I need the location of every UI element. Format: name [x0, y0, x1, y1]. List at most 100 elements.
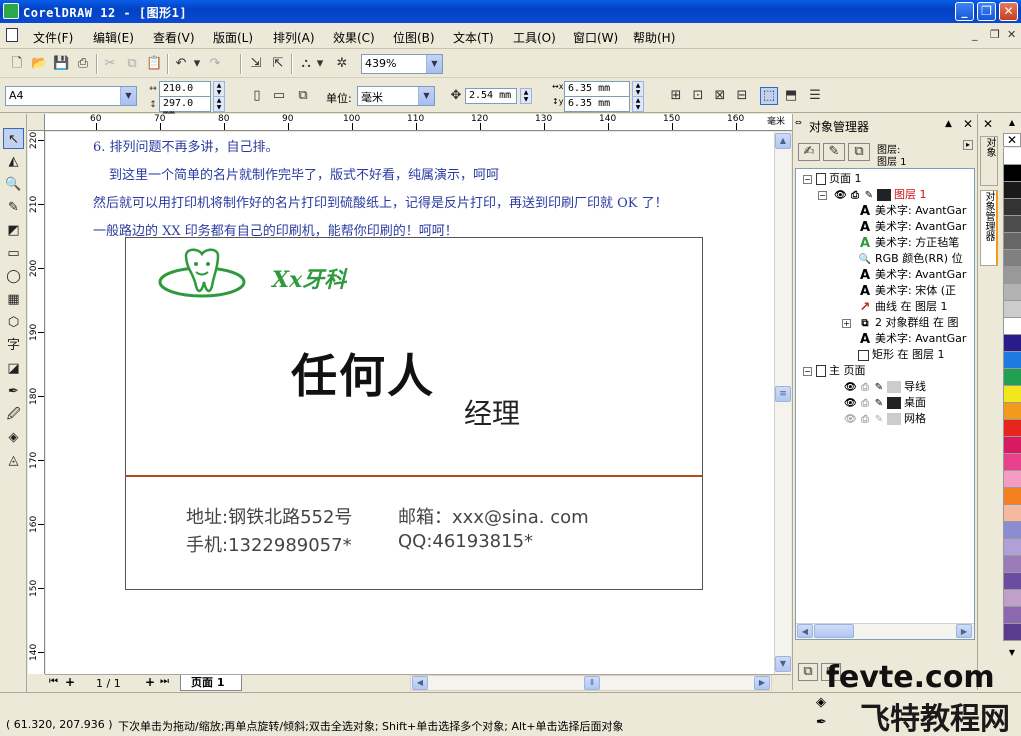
duplicate-x-field[interactable]: 6.35 mm — [564, 81, 630, 97]
first-page-icon[interactable]: ⏮ — [49, 676, 58, 687]
restore-button[interactable]: ❐ — [977, 2, 996, 21]
treat-as-filled-icon[interactable]: ⬚ — [760, 87, 778, 105]
color-swatch[interactable] — [1003, 267, 1021, 284]
scroll-right-icon[interactable]: ▶ — [956, 624, 972, 638]
all-pages-icon[interactable]: ⧉ — [294, 87, 312, 105]
card-brand-name[interactable]: Xx牙科 — [272, 262, 346, 294]
printer-icon[interactable]: ⎙ — [859, 381, 871, 394]
ruler-corner[interactable] — [28, 114, 45, 131]
printer-icon[interactable]: ⎙ — [859, 397, 871, 410]
chevron-down-icon[interactable]: ▼ — [426, 55, 442, 73]
draw-options-icon[interactable]: ⬒ — [782, 87, 800, 105]
paste-icon[interactable]: 📋 — [145, 55, 163, 73]
tab-page-1[interactable]: 页面 1 — [180, 675, 242, 691]
color-swatch[interactable] — [1003, 352, 1021, 369]
card-divider-line[interactable] — [126, 475, 702, 477]
color-swatch[interactable] — [1003, 250, 1021, 267]
tab-object-manager[interactable]: 对象管理器 — [980, 190, 998, 266]
pencil-icon[interactable]: ✎ — [864, 189, 874, 202]
card-phone[interactable]: 手机:1322989057* — [186, 531, 352, 557]
vertical-scrollbar[interactable]: ▲ ≡ ▼ — [774, 132, 791, 674]
tree-node-object[interactable]: A 美术字: AvantGar — [858, 219, 966, 235]
color-swatch[interactable] — [1003, 454, 1021, 471]
tutorial-text-line[interactable]: 然后就可以用打印机将制作好的名片打印到硫酸纸上，记得是反片打印，再送到印刷厂印就… — [93, 192, 668, 211]
freehand-tool-icon[interactable]: ✎ — [3, 197, 24, 218]
mdi-close-icon[interactable]: ✕ — [1007, 28, 1016, 41]
color-swatch[interactable] — [1003, 505, 1021, 522]
pick-tool-icon[interactable]: ↖ — [3, 128, 24, 149]
tree-node-master-page[interactable]: 主 页面 — [816, 363, 866, 379]
add-page-before-icon[interactable]: + — [65, 675, 75, 689]
ellipse-tool-icon[interactable]: ◯ — [3, 266, 24, 287]
landscape-icon[interactable]: ▭ — [270, 87, 288, 105]
nudge-distance-field[interactable]: 2.54 mm — [465, 88, 517, 104]
minimize-button[interactable]: _ — [955, 2, 974, 21]
menu-window[interactable]: 窗口(W) — [573, 29, 618, 46]
tree-node-object[interactable]: ⧉ 2 对象群组 在 图 — [858, 315, 958, 331]
portrait-icon[interactable]: ▯ — [248, 87, 266, 105]
save-icon[interactable]: 💾 — [52, 55, 70, 73]
zoom-level-combo[interactable]: 439% ▼ — [361, 54, 443, 74]
color-swatch[interactable] — [1003, 624, 1021, 641]
collapse-icon[interactable]: − — [818, 191, 827, 200]
card-person-name[interactable]: 任何人 — [291, 340, 435, 406]
new-layer-icon[interactable]: ⧉ — [798, 663, 818, 681]
card-qq[interactable]: QQ:46193815* — [398, 531, 533, 552]
interactive-blend-tool-icon[interactable]: ◪ — [3, 358, 24, 379]
copy-icon[interactable]: ⧉ — [123, 55, 141, 73]
menu-tools[interactable]: 工具(O) — [513, 29, 556, 46]
printer-icon[interactable]: ⎙ — [849, 189, 861, 202]
tree-node-object[interactable]: 矩形 在 图层 1 — [858, 347, 945, 363]
shape-tool-icon[interactable]: ◭ — [3, 151, 24, 172]
horizontal-scroll-thumb[interactable]: ⦀ — [584, 676, 600, 690]
color-swatch[interactable] — [1003, 386, 1021, 403]
horizontal-scrollbar[interactable]: ◀ ⦀ ▶ — [410, 675, 772, 691]
snap-guidelines-icon[interactable]: ⊡ — [689, 87, 707, 105]
card-email[interactable]: 邮箱：xxx@sina. com — [398, 503, 589, 529]
color-swatch[interactable] — [1003, 318, 1021, 335]
scroll-up-icon[interactable]: ▲ — [775, 133, 791, 149]
corel-online-icon[interactable]: ✲ — [333, 55, 351, 73]
tooth-logo-icon[interactable] — [156, 246, 252, 304]
tree-node-object[interactable]: A 美术字: 方正毡笔 — [858, 235, 959, 251]
new-icon[interactable]: 🗋 — [8, 55, 26, 73]
tree-scroll-thumb[interactable] — [814, 624, 854, 638]
eyedropper-tool-icon[interactable]: ✒ — [3, 381, 24, 402]
tutorial-text-line[interactable]: 到这里一个简单的名片就制作完毕了，版式不好看，纯属演示，呵呵 — [109, 164, 499, 183]
nudge-spinner[interactable]: ▲ ▼ — [520, 88, 532, 104]
vertical-scroll-thumb[interactable]: ≡ — [775, 386, 791, 402]
duplicate-x-spinner[interactable]: ▲ ▼ — [632, 81, 644, 97]
duplicate-y-spinner[interactable]: ▲ ▼ — [632, 96, 644, 112]
eye-icon[interactable]: 👁 — [844, 413, 857, 426]
vertical-ruler[interactable]: 220 210 200 190 180 170 160 150 140 — [28, 131, 45, 674]
collapse-icon[interactable]: − — [803, 367, 812, 376]
menu-layout[interactable]: 版面(L) — [213, 29, 253, 46]
color-swatch[interactable] — [1003, 556, 1021, 573]
coreldraw-app-icon[interactable] — [3, 3, 19, 19]
object-tree[interactable]: − 页面 1 − 👁 ⎙ ✎ 图层 1 A 美术字: AvantGar A 美术字: Av… — [795, 168, 975, 640]
fill-tool-icon[interactable]: ◈ — [3, 427, 24, 448]
docker-close-icon[interactable]: ✕ — [963, 117, 973, 131]
tutorial-text-line[interactable]: 6. 排列问题不再多讲，自己排。 — [93, 136, 279, 155]
color-swatch[interactable] — [1003, 148, 1021, 165]
edit-across-layers-icon[interactable]: ✎ — [823, 143, 845, 161]
color-swatch[interactable] — [1003, 590, 1021, 607]
drawing-canvas[interactable]: 6. 排列问题不再多讲，自己排。 到这里一个简单的名片就制作完毕了，版式不好看，… — [46, 132, 774, 674]
color-swatch[interactable] — [1003, 539, 1021, 556]
horizontal-ruler[interactable]: 60 70 80 90 100 110 120 130 140 150 160 … — [45, 114, 793, 131]
scroll-left-icon[interactable]: ◀ — [412, 676, 428, 690]
document-icon[interactable] — [6, 28, 18, 42]
page-width-field[interactable]: 210.0 mm — [159, 81, 211, 105]
page-width-spinner[interactable]: ▲ ▼ — [213, 81, 225, 97]
tree-node-page-1[interactable]: 页面 1 — [816, 171, 862, 187]
pencil-icon[interactable]: ✎ — [874, 381, 884, 394]
tree-node-object[interactable]: A 美术字: AvantGar — [858, 267, 966, 283]
tree-horizontal-scrollbar[interactable]: ◀ ▶ — [796, 623, 974, 639]
menu-edit[interactable]: 编辑(E) — [93, 29, 134, 46]
pencil-icon[interactable]: ✎ — [874, 397, 884, 410]
graph-paper-tool-icon[interactable]: ▦ — [3, 289, 24, 310]
chevron-down-icon[interactable]: ▼ — [120, 87, 136, 105]
color-palette[interactable] — [1003, 148, 1021, 648]
color-swatch[interactable] — [1003, 335, 1021, 352]
page-size-combo[interactable]: A4 ▼ — [5, 86, 137, 106]
